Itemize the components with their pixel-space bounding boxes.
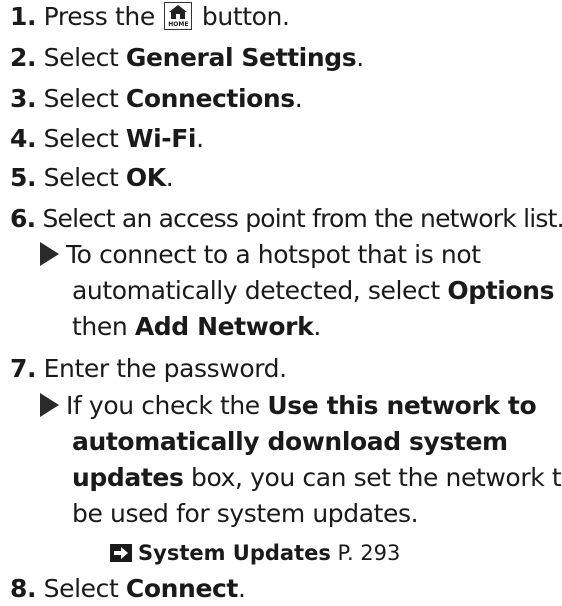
reference-label: System Updates (138, 541, 331, 565)
note-text: automatically detected, select (72, 276, 440, 305)
reference-page: P. 293 (337, 541, 401, 565)
step-number: 3. (10, 84, 37, 113)
step-number: 7. (10, 354, 37, 383)
step-bold-term: OK (125, 163, 166, 192)
step-7-note-line-3: updates box, you can set the network to (72, 463, 562, 493)
step-7-note-line-4: be used for system updates. (72, 499, 419, 529)
note-triangle-icon (40, 393, 59, 417)
step-text: . (237, 574, 246, 603)
step-7-note-line-2: automatically download system (72, 427, 508, 457)
step-text: Press the (43, 2, 156, 31)
step-number: 6. (10, 204, 36, 233)
step-bold-term: Connect (125, 574, 238, 603)
step-text: Select (43, 84, 119, 113)
step-text: Select (43, 43, 119, 72)
home-icon: HOME (164, 2, 193, 30)
step-text: Enter the password. (43, 354, 287, 383)
step-number: 8. (10, 574, 37, 603)
step-6-note-line-3: then Add Network. (72, 312, 321, 342)
home-icon-label: HOME (168, 21, 189, 28)
note-bold-term: Options (447, 276, 555, 305)
step-text: Select an access point from the network … (42, 204, 562, 233)
step-text: . (165, 163, 174, 192)
step-number: 2. (10, 43, 37, 72)
step-text: Select (43, 574, 119, 603)
step-7: 7. Enter the password. (10, 354, 287, 384)
step-bold-term: Connections (125, 84, 295, 113)
step-text: Select (43, 163, 119, 192)
step-8: 8. Select Connect. (10, 574, 246, 604)
step-6: 6. Select an access point from the netwo… (10, 204, 562, 234)
step-1: 1. Press the HOME button. (10, 2, 290, 32)
step-text: Select (43, 124, 119, 153)
note-bold-term: automatically download system (72, 427, 508, 456)
step-bold-term: Wi-Fi (125, 124, 197, 153)
note-bold-term: updates (72, 463, 184, 492)
step-text: button. (201, 2, 290, 31)
note-text: . (313, 312, 321, 341)
note-bold-term: Use this network to (267, 391, 537, 420)
step-number: 5. (10, 163, 37, 192)
step-6-note-line-2: automatically detected, select Options (72, 276, 554, 306)
step-text: . (196, 124, 204, 153)
cross-reference-arrow-icon (110, 544, 132, 562)
note-text: If you check the (66, 391, 260, 420)
step-2: 2. Select General Settings. (10, 43, 364, 73)
step-number: 4. (10, 124, 37, 153)
note-text: box, you can set the network to (191, 463, 562, 492)
step-7-note-line-1: If you check the Use this network to (40, 391, 537, 421)
note-bold-term: Add Network (134, 312, 314, 341)
step-text: . (294, 84, 303, 113)
note-text: be used for system updates. (72, 499, 419, 528)
note-text: To connect to a hotspot that is not (66, 240, 481, 269)
step-5: 5. Select OK. (10, 163, 174, 193)
step-6-note-line-1: To connect to a hotspot that is not (40, 240, 481, 270)
cross-reference-link[interactable]: System Updates P. 293 (110, 540, 400, 566)
step-bold-term: General Settings (125, 43, 357, 72)
note-text: then (72, 312, 128, 341)
step-3: 3. Select Connections. (10, 84, 303, 114)
step-4: 4. Select Wi-Fi. (10, 124, 204, 154)
instruction-page: 1. Press the HOME button. 2. Select Gene… (0, 0, 562, 606)
step-text: . (356, 43, 364, 72)
note-triangle-icon (40, 242, 59, 266)
step-number: 1. (10, 2, 37, 31)
